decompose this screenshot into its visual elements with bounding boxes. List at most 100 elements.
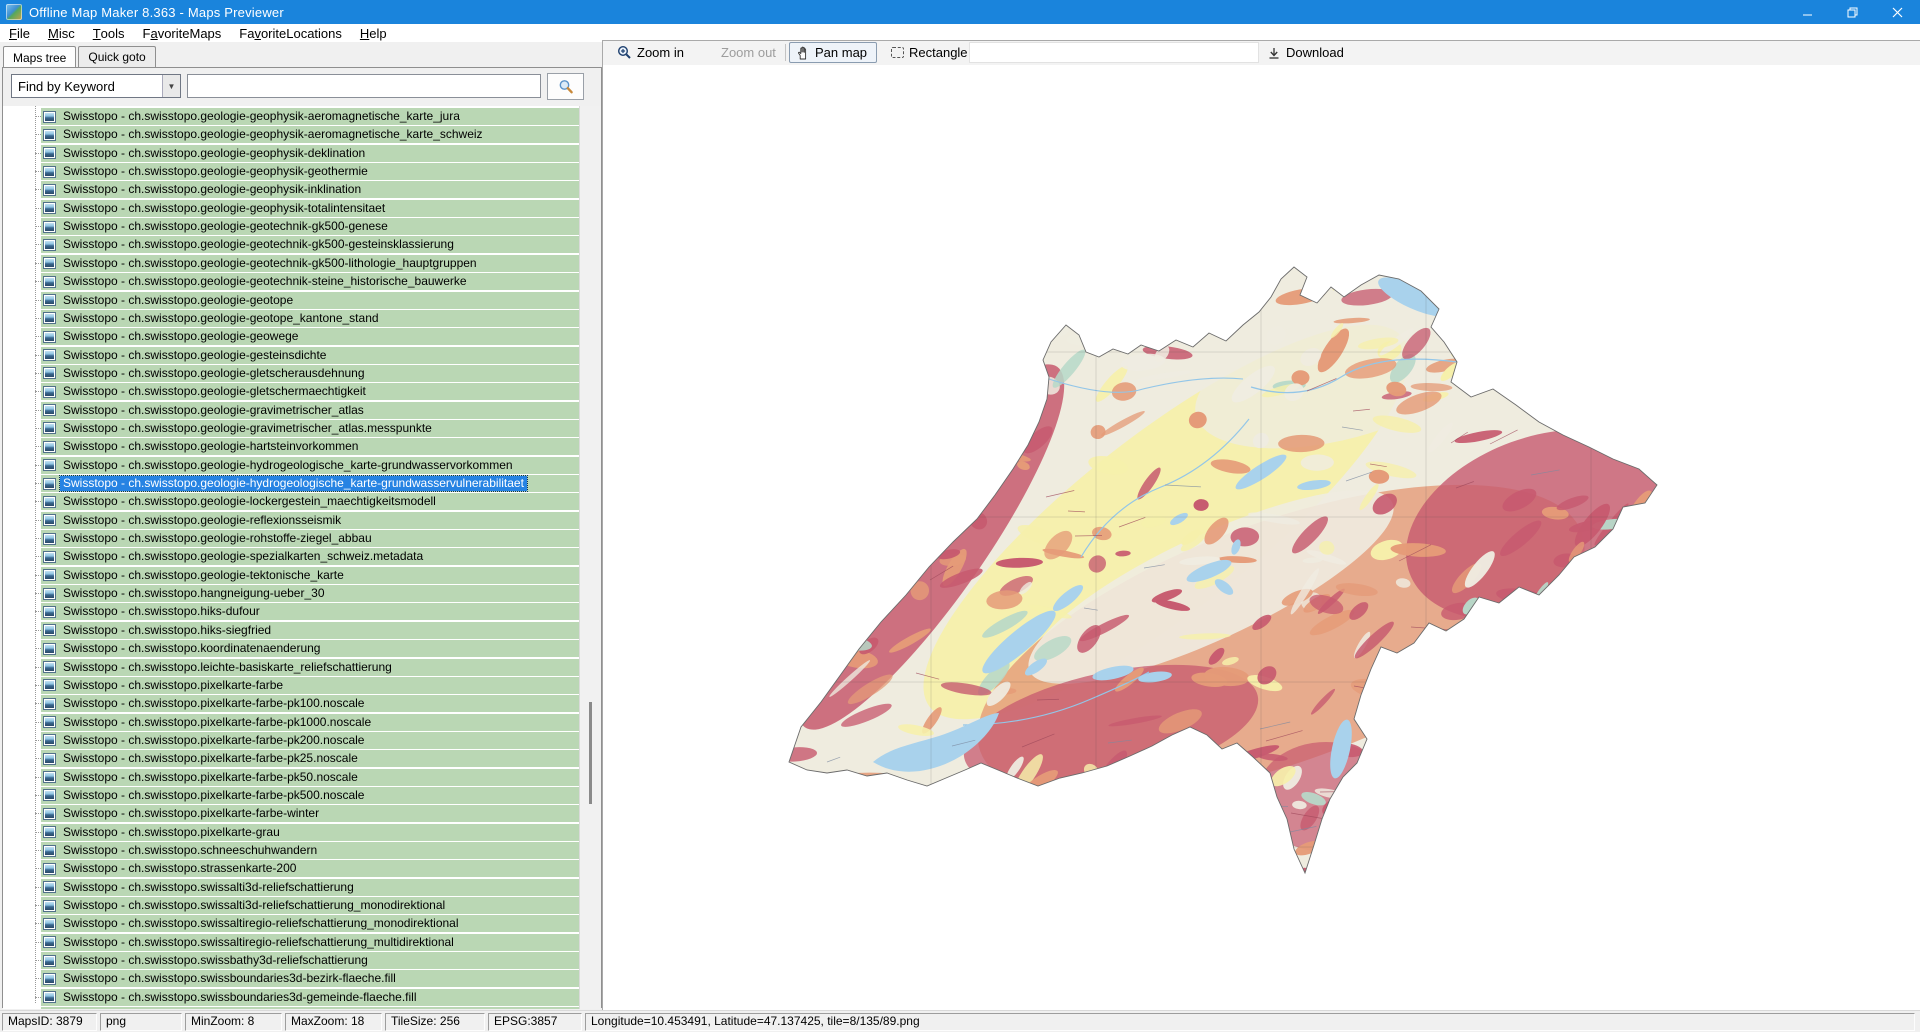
- menu-favoritemaps[interactable]: FavoriteMaps: [134, 24, 231, 42]
- tab-quick-goto[interactable]: Quick goto: [78, 46, 155, 67]
- map-layer-icon: [43, 441, 56, 453]
- tree-item-label: Swisstopo - ch.swisstopo.pixelkarte-farb…: [60, 733, 367, 748]
- tree-item[interactable]: Swisstopo - ch.swisstopo.pixelkarte-farb…: [41, 732, 579, 749]
- tree-item[interactable]: Swisstopo - ch.swisstopo.geologie-geotec…: [41, 255, 579, 272]
- tree-item[interactable]: Swisstopo - ch.swisstopo.geologie-geotop…: [41, 310, 579, 327]
- tree-item[interactable]: Swisstopo - ch.swisstopo.swissaltiregio-…: [41, 915, 579, 932]
- tree-item[interactable]: Swisstopo - ch.swisstopo.pixelkarte-farb…: [41, 714, 579, 731]
- map-layer-icon: [43, 331, 56, 343]
- search-input[interactable]: [187, 74, 541, 98]
- tree-item-label: Swisstopo - ch.swisstopo.geologie-geoweg…: [60, 329, 301, 344]
- tree-item[interactable]: Swisstopo - ch.swisstopo.swissaltiregio-…: [41, 934, 579, 951]
- map-layer-icon: [43, 459, 56, 471]
- map-layer-icon: [43, 661, 56, 673]
- tree-item[interactable]: Swisstopo - ch.swisstopo.geologie-spezia…: [41, 548, 579, 565]
- tree-item[interactable]: Swisstopo - ch.swisstopo.hiks-dufour: [41, 603, 579, 620]
- tree-item[interactable]: Swisstopo - ch.swisstopo.swissboundaries…: [41, 989, 579, 1006]
- tree-item[interactable]: Swisstopo - ch.swisstopo.leichte-basiska…: [41, 659, 579, 676]
- map-layer-icon: [43, 679, 56, 691]
- switzerland-map-image: [781, 257, 1661, 877]
- tree-item[interactable]: Swisstopo - ch.swisstopo.geologie-gestei…: [41, 347, 579, 364]
- status-cell: MaxZoom: 18: [285, 1013, 382, 1031]
- tree-item[interactable]: Swisstopo - ch.swisstopo.geologie-geotec…: [41, 236, 579, 253]
- search-button[interactable]: [547, 73, 584, 100]
- tree-item[interactable]: Swisstopo - ch.swisstopo.geologie-geophy…: [41, 108, 579, 125]
- map-layer-icon: [43, 973, 56, 985]
- tree-scrollbar[interactable]: [579, 106, 601, 1009]
- tree-item[interactable]: Swisstopo - ch.swisstopo.geologie-hydrog…: [41, 457, 579, 474]
- tree-item[interactable]: Swisstopo - ch.swisstopo.geologie-gravim…: [41, 420, 579, 437]
- tree-item[interactable]: Swisstopo - ch.swisstopo.geologie-geophy…: [41, 200, 579, 217]
- close-button[interactable]: [1875, 0, 1920, 24]
- menu-favoritelocations[interactable]: FavoriteLocations: [230, 24, 351, 42]
- zoom-in-button[interactable]: Zoom in: [611, 42, 690, 63]
- tree-item[interactable]: Swisstopo - ch.swisstopo.geologie-geophy…: [41, 181, 579, 198]
- tree-item-label: Swisstopo - ch.swisstopo.hiks-siegfried: [60, 623, 274, 638]
- tree-item[interactable]: Swisstopo - ch.swisstopo.geologie-reflex…: [41, 512, 579, 529]
- maps-tree-list[interactable]: Swisstopo - ch.swisstopo.geologie-geophy…: [3, 106, 601, 1009]
- minimize-button[interactable]: [1785, 0, 1830, 24]
- tree-item[interactable]: Swisstopo - ch.swisstopo.koordinatenaend…: [41, 640, 579, 657]
- tree-item[interactable]: Swisstopo - ch.swisstopo.pixelkarte-farb…: [41, 750, 579, 767]
- tree-item[interactable]: Swisstopo - ch.swisstopo.geologie-hydrog…: [41, 475, 579, 492]
- tree-item[interactable]: Swisstopo - ch.swisstopo.pixelkarte-farb…: [41, 769, 579, 786]
- download-button[interactable]: Download: [1261, 42, 1350, 63]
- menu-file[interactable]: File: [0, 24, 39, 42]
- map-layer-icon: [43, 845, 56, 857]
- menu-tools[interactable]: Tools: [84, 24, 134, 42]
- tree-item[interactable]: Swisstopo - ch.swisstopo.geologie-gletsc…: [41, 383, 579, 400]
- tree-item[interactable]: Swisstopo - ch.swisstopo.swissboundaries…: [41, 1007, 579, 1009]
- tree-item-label: Swisstopo - ch.swisstopo.geologie-geotec…: [60, 256, 480, 271]
- tree-item[interactable]: Swisstopo - ch.swisstopo.swissbathy3d-re…: [41, 952, 579, 969]
- tree-item[interactable]: Swisstopo - ch.swisstopo.geologie-geophy…: [41, 145, 579, 162]
- tree-item[interactable]: Swisstopo - ch.swisstopo.schneeschuhwand…: [41, 842, 579, 859]
- tree-item[interactable]: Swisstopo - ch.swisstopo.pixelkarte-farb…: [41, 677, 579, 694]
- tree-item[interactable]: Swisstopo - ch.swisstopo.geologie-geophy…: [41, 126, 579, 143]
- tree-item[interactable]: Swisstopo - ch.swisstopo.geologie-gletsc…: [41, 365, 579, 382]
- tab-maps-tree[interactable]: Maps tree: [3, 46, 76, 67]
- tree-item-label: Swisstopo - ch.swisstopo.swissbathy3d-re…: [60, 953, 371, 968]
- tree-item[interactable]: Swisstopo - ch.swisstopo.swissalti3d-rel…: [41, 897, 579, 914]
- tree-item[interactable]: Swisstopo - ch.swisstopo.geologie-hartst…: [41, 438, 579, 455]
- chevron-down-icon[interactable]: ▼: [162, 75, 180, 97]
- tree-item[interactable]: Swisstopo - ch.swisstopo.geologie-rohsto…: [41, 530, 579, 547]
- tree-item[interactable]: Swisstopo - ch.swisstopo.pixelkarte-grau: [41, 824, 579, 841]
- map-layer-icon: [43, 478, 56, 490]
- tree-item[interactable]: Swisstopo - ch.swisstopo.geologie-geotec…: [41, 218, 579, 235]
- tree-item[interactable]: Swisstopo - ch.swisstopo.geologie-tekton…: [41, 567, 579, 584]
- tree-item[interactable]: Swisstopo - ch.swisstopo.hangneigung-ueb…: [41, 585, 579, 602]
- tree-item-label: Swisstopo - ch.swisstopo.geologie-geotec…: [60, 237, 457, 252]
- tree-item-label: Swisstopo - ch.swisstopo.leichte-basiska…: [60, 660, 395, 675]
- tree-item[interactable]: Swisstopo - ch.swisstopo.pixelkarte-farb…: [41, 695, 579, 712]
- map-layer-icon: [43, 404, 56, 416]
- tree-item[interactable]: Swisstopo - ch.swisstopo.swissalti3d-rel…: [41, 879, 579, 896]
- tree-item[interactable]: Swisstopo - ch.swisstopo.geologie-geoweg…: [41, 328, 579, 345]
- tree-scrollbar-thumb[interactable]: [589, 702, 592, 804]
- tree-item[interactable]: Swisstopo - ch.swisstopo.swissboundaries…: [41, 970, 579, 987]
- tree-item[interactable]: Swisstopo - ch.swisstopo.hiks-siegfried: [41, 622, 579, 639]
- map-canvas[interactable]: [603, 65, 1920, 1011]
- map-layer-icon: [43, 422, 56, 434]
- tree-item[interactable]: Swisstopo - ch.swisstopo.geologie-gravim…: [41, 402, 579, 419]
- pan-map-button[interactable]: Pan map: [789, 42, 877, 63]
- tree-item[interactable]: Swisstopo - ch.swisstopo.pixelkarte-farb…: [41, 805, 579, 822]
- tree-item[interactable]: Swisstopo - ch.swisstopo.geologie-locker…: [41, 493, 579, 510]
- map-layer-icon: [43, 900, 56, 912]
- map-layer-icon: [43, 734, 56, 746]
- tree-item-label: Swisstopo - ch.swisstopo.geologie-geotec…: [60, 219, 391, 234]
- search-mode-value: Find by Keyword: [12, 79, 162, 94]
- toolbar-input[interactable]: [969, 42, 1259, 63]
- menu-help[interactable]: Help: [351, 24, 396, 42]
- toolbar-separator: [785, 44, 786, 61]
- tree-item[interactable]: Swisstopo - ch.swisstopo.geologie-geotop…: [41, 292, 579, 309]
- menu-misc[interactable]: Misc: [39, 24, 84, 42]
- tree-item[interactable]: Swisstopo - ch.swisstopo.geologie-geophy…: [41, 163, 579, 180]
- tree-item-label: Swisstopo - ch.swisstopo.geologie-gletsc…: [60, 366, 368, 381]
- tree-item[interactable]: Swisstopo - ch.swisstopo.pixelkarte-farb…: [41, 787, 579, 804]
- search-mode-combobox[interactable]: Find by Keyword ▼: [11, 74, 181, 98]
- tree-item[interactable]: Swisstopo - ch.swisstopo.geologie-geotec…: [41, 273, 579, 290]
- maximize-button[interactable]: [1830, 0, 1875, 24]
- tree-item[interactable]: Swisstopo - ch.swisstopo.strassenkarte-2…: [41, 860, 579, 877]
- map-layer-icon: [43, 276, 56, 288]
- rectangle-select-button[interactable]: Rectangle: [885, 42, 974, 63]
